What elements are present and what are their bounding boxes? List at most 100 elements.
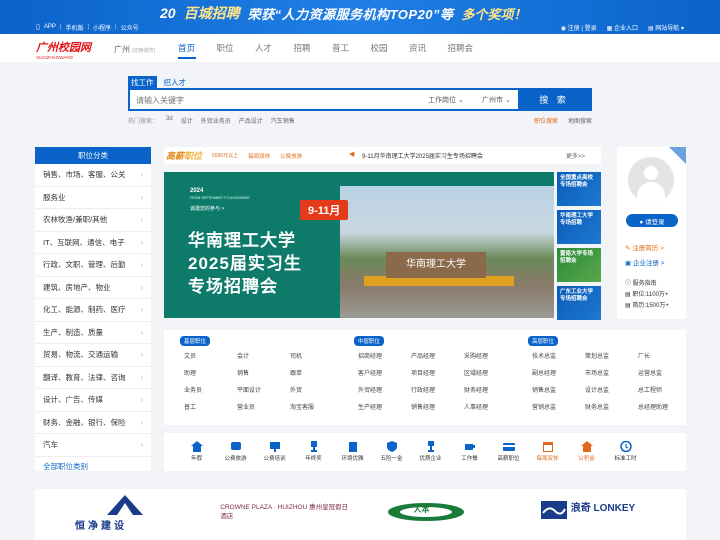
news-headline[interactable]: 9-11月华南理工大学2025届实习生专场招聘会 <box>362 151 483 160</box>
search-input[interactable] <box>136 94 416 106</box>
site-logo[interactable]: 广州校园网 XIAOZHAOWANG <box>36 39 108 60</box>
enterprise-entry-link[interactable]: ▦ 企业入口 <box>607 23 638 32</box>
category-item[interactable]: 贸易、物流、交通运输 › <box>35 344 151 367</box>
welfare-quality-company[interactable]: 优质企业 <box>411 433 450 471</box>
job-link[interactable]: 销售经理 <box>411 403 464 413</box>
category-item[interactable]: 化工、能源、制药、医疗 › <box>35 299 151 322</box>
nav-item-news[interactable]: 资讯 <box>409 42 448 54</box>
welfare-insurance[interactable]: 五险一金 <box>372 433 411 471</box>
job-link[interactable]: 项目经理 <box>411 369 464 379</box>
welfare-environment[interactable]: 环境优雅 <box>333 433 372 471</box>
job-link[interactable]: 区域经理 <box>464 369 517 379</box>
nav-item-home[interactable]: 首页 <box>178 42 217 59</box>
welfare-weekend[interactable]: 每周双休 <box>528 433 567 471</box>
job-link[interactable]: 跟单 <box>290 369 343 379</box>
job-link[interactable]: 司机 <box>290 352 343 362</box>
register-company-link[interactable]: ▣ 企业注册 > <box>625 257 665 267</box>
hot-term[interactable]: 产品设计 <box>239 116 263 125</box>
category-item[interactable]: 销售、市场、客服、公关 › <box>35 164 151 187</box>
category-item[interactable]: 设计、广告、传媒 › <box>35 389 151 412</box>
job-link[interactable]: 会计 <box>237 352 290 362</box>
nav-item-worker[interactable]: 普工 <box>332 42 371 54</box>
welfare-annual-leave[interactable]: 年假 <box>177 433 216 471</box>
job-link[interactable]: 生产经理 <box>358 403 411 413</box>
job-link[interactable]: 业务员 <box>184 386 237 396</box>
service-guide-link[interactable]: ⓘ 服务指南 <box>625 278 657 287</box>
job-search-link[interactable]: 职位搜索 <box>534 116 558 125</box>
city-switch[interactable]: [切换城市] <box>132 48 155 54</box>
job-link[interactable]: 设计总监 <box>585 386 638 396</box>
top-link-wechat[interactable]: 公众号 <box>121 23 139 32</box>
job-link[interactable]: 助理 <box>184 369 237 379</box>
job-link[interactable]: 平面设计 <box>237 386 290 396</box>
job-link[interactable]: 总工程师 <box>638 386 691 396</box>
brand-logo[interactable]: 人本 <box>376 489 493 540</box>
category-item[interactable]: 翻译、教育、法律、咨询 › <box>35 367 151 389</box>
nav-item-jobfair[interactable]: 招聘会 <box>448 42 487 54</box>
side-ad[interactable]: 华南理工大学专场招聘 <box>557 210 601 244</box>
job-link[interactable]: 市场总监 <box>585 369 638 379</box>
site-nav-link[interactable]: ▤ 网站导航 ▾ <box>648 23 684 32</box>
job-link[interactable]: 营销总监 <box>532 403 585 413</box>
register-resume-link[interactable]: ✎ 注册简历 > <box>625 242 664 252</box>
nav-item-recruit[interactable]: 招聘 <box>294 42 333 54</box>
top-link-app[interactable]: APP <box>44 24 56 30</box>
category-item[interactable]: 生产、制造、质量 › <box>35 322 151 344</box>
job-link[interactable]: 技术总监 <box>532 352 585 362</box>
side-ad[interactable]: 暨南大学专场招聘会 <box>557 248 601 282</box>
nav-item-campus[interactable]: 校园 <box>371 42 410 54</box>
job-link[interactable]: 财务总监 <box>585 403 638 413</box>
category-item[interactable]: 农林牧渔/兼职/其他 › <box>35 209 151 232</box>
job-link[interactable]: 策划总监 <box>585 352 638 362</box>
job-link[interactable]: 销售总监 <box>532 386 585 396</box>
job-link[interactable]: 外贸经理 <box>358 386 411 396</box>
jobfair-banner[interactable]: 华南理工大学 2024 FROM SEPTEMBER TO NOVEMBER 诚… <box>164 172 554 318</box>
promo-banner[interactable]: 20 百城招聘 荣获“人力资源服务机构TOP20”等 多个奖项！ <box>160 2 560 24</box>
register-login-link[interactable]: ◉ 注册 | 登录 <box>561 23 597 32</box>
job-link[interactable]: 客户经理 <box>358 369 411 379</box>
welfare-training[interactable]: 公费培训 <box>255 433 294 471</box>
search-button[interactable]: 搜 索 <box>518 90 590 109</box>
city-selector[interactable]: 广州 [切换城市] <box>114 44 155 55</box>
welfare-meals[interactable]: 工作餐 <box>450 433 489 471</box>
nav-item-jobs[interactable]: 职位 <box>217 42 256 54</box>
welfare-housing-fund[interactable]: 公积金 <box>567 433 606 471</box>
news-more-link[interactable]: 更多>> <box>566 151 585 160</box>
job-link[interactable]: 厂长 <box>638 352 691 362</box>
side-ad[interactable]: 全国重点高校专场招聘会 <box>557 172 601 206</box>
city-select[interactable]: 广州市 ⌄ <box>482 95 511 105</box>
job-link[interactable]: 人事经理 <box>464 403 517 413</box>
hot-term[interactable]: 3d <box>166 116 173 125</box>
high-salary-strip[interactable]: 高薪职位 5000元以上 每周双休 公费旅游 <box>166 149 334 162</box>
job-link[interactable]: 外贸 <box>290 386 343 396</box>
brand-logo[interactable]: CROWNE PLAZA · HUIZHOU 惠州皇冠假日酒店 <box>220 489 348 540</box>
job-link[interactable]: 运营总监 <box>638 369 691 379</box>
category-item[interactable]: 服务业 › <box>35 187 151 209</box>
welfare-standard-hours[interactable]: 标准工时 <box>606 433 645 471</box>
brand-logo[interactable]: 浪奇 LONKEY <box>531 489 648 540</box>
job-link[interactable]: 文员 <box>184 352 237 362</box>
brand-logo[interactable]: 恒净建设 <box>65 489 182 540</box>
job-type-select[interactable]: 工作岗位 ⌄ <box>428 95 464 105</box>
job-link[interactable]: 销售 <box>237 369 290 379</box>
welfare-travel[interactable]: 公费旅游 <box>216 433 255 471</box>
job-link[interactable]: 财务经理 <box>464 386 517 396</box>
top-link-mobile[interactable]: 手机版 <box>65 23 83 32</box>
job-link[interactable]: 招商经理 <box>358 352 411 362</box>
job-link[interactable]: 淘宝客服 <box>290 403 343 413</box>
hot-term[interactable]: 汽车销售 <box>271 116 295 125</box>
all-categories-link[interactable]: 全部职位类别 <box>35 457 151 477</box>
category-item[interactable]: 行政、文职、管理、后勤 › <box>35 254 151 277</box>
category-item[interactable]: 建筑、房地产、物业 › <box>35 277 151 299</box>
hot-term[interactable]: 外贸业务员 <box>201 116 231 125</box>
login-button[interactable]: ● 请登录 <box>626 214 678 227</box>
map-search-link[interactable]: 地图搜索 <box>568 116 592 125</box>
job-link[interactable]: 副总经理 <box>532 369 585 379</box>
job-link[interactable]: 普工 <box>184 403 237 413</box>
job-link[interactable]: 行政经理 <box>411 386 464 396</box>
job-link[interactable]: 总经理助理 <box>638 403 691 413</box>
category-item[interactable]: IT、互联网、通信、电子 › <box>35 232 151 254</box>
side-ad[interactable]: 广东工业大学专场招聘会 <box>557 286 601 320</box>
category-item[interactable]: 财务、金融、银行、保险 › <box>35 412 151 434</box>
welfare-high-salary[interactable]: 高薪职位 <box>489 433 528 471</box>
